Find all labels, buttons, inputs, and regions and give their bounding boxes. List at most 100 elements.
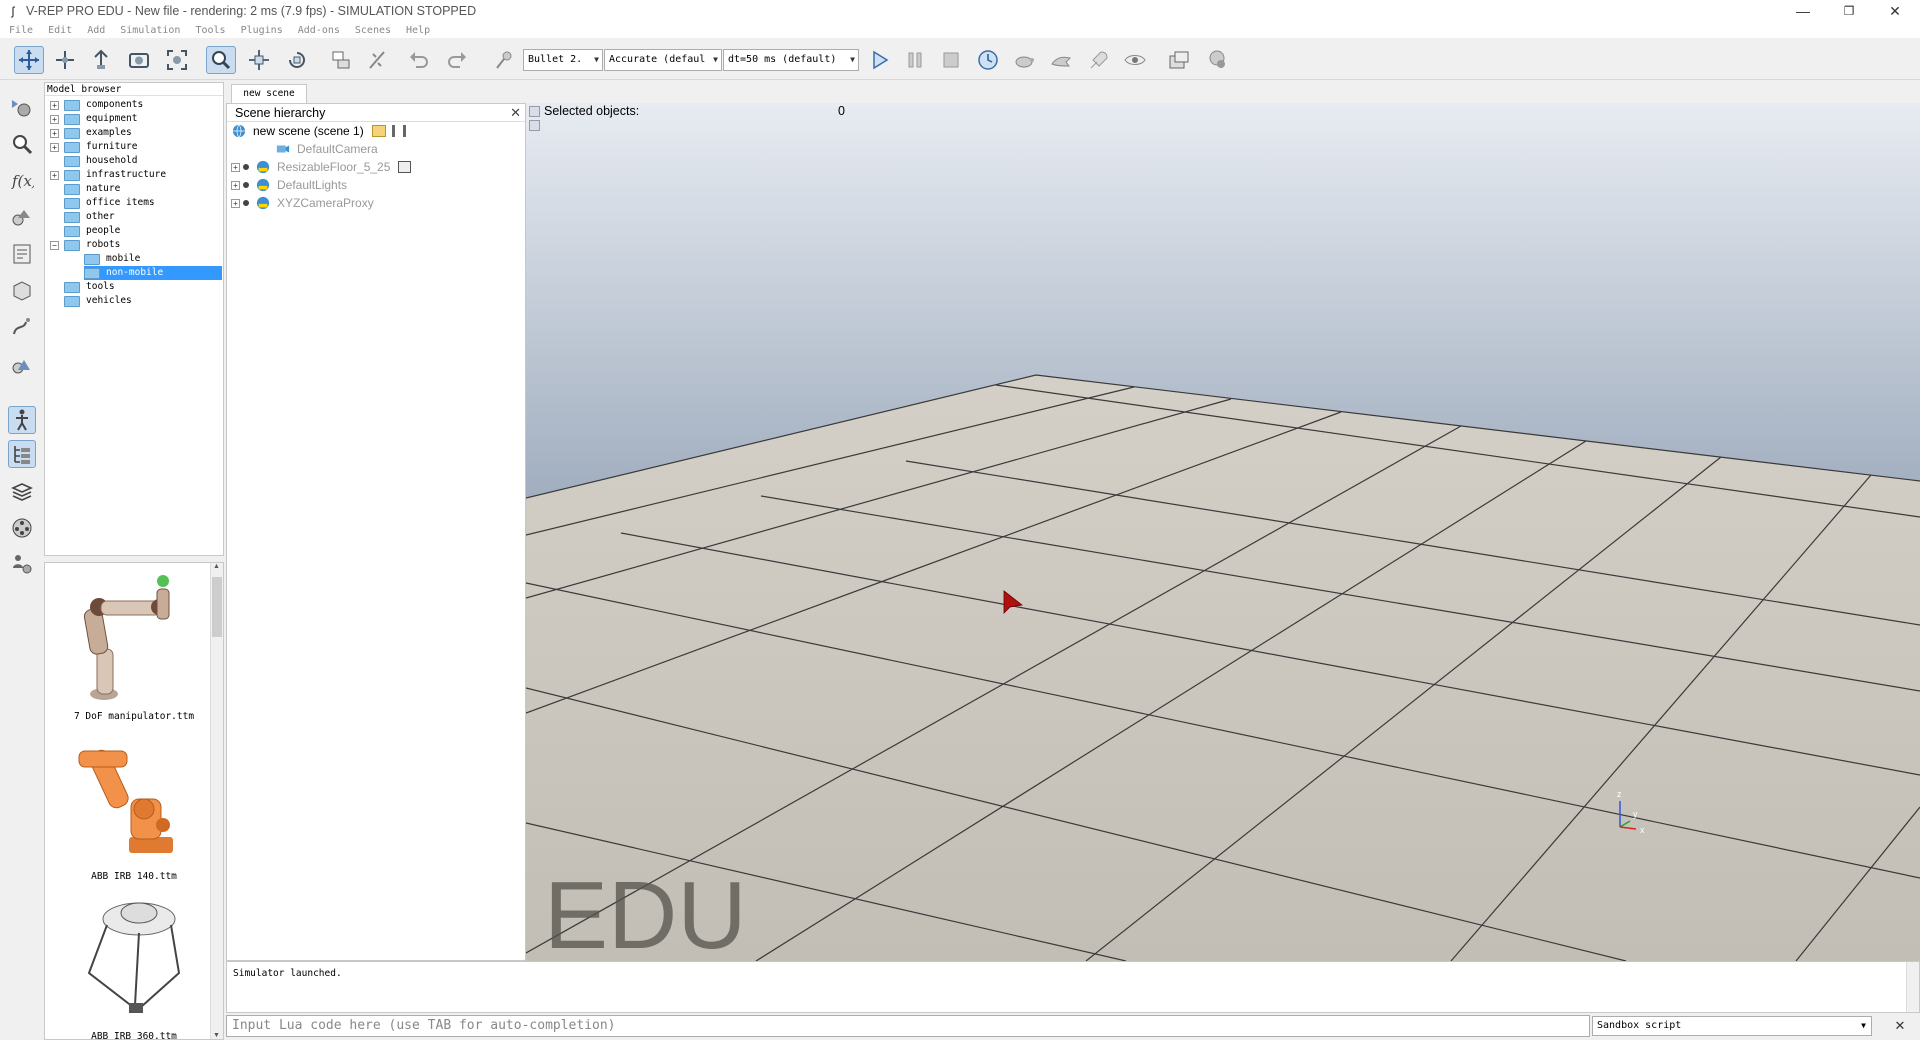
assemble-icon[interactable] <box>326 46 356 74</box>
model-thumbnails: 7 DoF manipulator.ttm ABB IRB 140.ttm AB… <box>44 562 224 1040</box>
thumbnail-scrollbar[interactable]: ▲ ▼ <box>210 563 223 1039</box>
path-edit-icon[interactable] <box>8 312 36 340</box>
thumbnail-abb-irb-360[interactable]: ABB IRB 360.ttm <box>59 889 209 1039</box>
tree-item-office-items[interactable]: office items <box>64 196 155 210</box>
click-select-icon[interactable] <box>206 46 236 74</box>
fast-icon[interactable] <box>1046 46 1076 74</box>
collections-icon[interactable] <box>8 204 36 232</box>
tree-item-components[interactable]: + components <box>50 98 143 112</box>
scrollbar-thumb[interactable] <box>212 577 222 637</box>
tree-item-mobile[interactable]: mobile <box>84 252 140 266</box>
hierarchy-item-defaultlights[interactable]: + DefaultLights <box>231 177 347 193</box>
timestep-select[interactable]: dt=50 ms (default) ▼ <box>723 49 859 71</box>
folder-icon <box>64 239 80 251</box>
camera-icon <box>276 145 290 153</box>
hierarchy-item-resizablefloor[interactable]: + ResizableFloor_5_25 <box>231 159 412 175</box>
menu-edit[interactable]: Edit <box>39 25 78 36</box>
tree-item-vehicles[interactable]: vehicles <box>64 294 132 308</box>
hierarchy-item-xyzcameraproxy[interactable]: + XYZCameraProxy <box>231 195 374 211</box>
tree-item-equipment[interactable]: + equipment <box>50 112 137 126</box>
close-icon[interactable]: ✕ <box>510 104 521 122</box>
menu-scenes[interactable]: Scenes <box>346 25 397 36</box>
tree-item-infrastructure[interactable]: + infrastructure <box>50 168 166 182</box>
translate-icon[interactable] <box>50 46 80 74</box>
fit-view-icon[interactable] <box>124 46 154 74</box>
thumbnail-7dof-manipulator[interactable]: 7 DoF manipulator.ttm <box>59 569 209 722</box>
folder-icon <box>84 267 100 279</box>
scripts-icon[interactable] <box>8 240 36 268</box>
hierarchy-item-defaultcamera[interactable]: DefaultCamera <box>275 141 378 157</box>
viewport-pin-icon[interactable] <box>529 106 540 117</box>
viewport-pin-icon[interactable] <box>529 120 540 131</box>
redo-icon[interactable] <box>442 46 472 74</box>
thumbnail-abb-irb-140[interactable]: ABB IRB 140.ttm <box>59 729 209 882</box>
scene-page-icon[interactable] <box>1164 46 1194 74</box>
lua-placeholder: Input Lua code here (use TAB for auto-co… <box>232 1018 616 1033</box>
scene-root[interactable]: new scene (scene 1) <box>231 123 406 139</box>
close-window-button[interactable]: ✕ <box>1872 0 1918 22</box>
physics-engine-select[interactable]: Bullet 2. ▼ <box>523 49 603 71</box>
scene-render[interactable]: EDU z y x <box>526 103 1920 961</box>
scroll-up-icon[interactable]: ▲ <box>213 563 220 570</box>
menu-plugins[interactable]: Plugins <box>232 25 289 36</box>
script-icon <box>398 161 412 173</box>
user-settings-icon[interactable] <box>8 550 36 578</box>
thread-icon[interactable] <box>1084 46 1114 74</box>
folder-icon <box>64 169 80 181</box>
menu-help[interactable]: Help <box>397 25 436 36</box>
lua-command-input[interactable]: Input Lua code here (use TAB for auto-co… <box>226 1015 1590 1037</box>
console-scrollbar[interactable] <box>1906 962 1919 1012</box>
visualization-icon[interactable] <box>1120 46 1150 74</box>
tree-item-non-mobile[interactable]: non-mobile <box>84 266 222 280</box>
menu-tools[interactable]: Tools <box>186 25 231 36</box>
menu-simulation[interactable]: Simulation <box>111 25 186 36</box>
pan-icon[interactable] <box>14 46 44 74</box>
columns-icon <box>391 125 406 137</box>
menu-add-ons[interactable]: Add-ons <box>289 25 346 36</box>
shape-edit-icon[interactable] <box>8 276 36 304</box>
tree-item-household[interactable]: household <box>64 154 137 168</box>
accuracy-select[interactable]: Accurate (defaul ▼ <box>604 49 722 71</box>
rotate-icon[interactable] <box>86 46 116 74</box>
model-browser-icon[interactable] <box>8 406 36 434</box>
selection-icon[interactable] <box>8 352 36 380</box>
thumbnail-label: 7 DoF manipulator.ttm <box>73 711 195 722</box>
slow-icon[interactable] <box>1010 46 1040 74</box>
undo-icon[interactable] <box>404 46 434 74</box>
minimize-button[interactable]: — <box>1780 0 1826 22</box>
object-shift-icon[interactable] <box>244 46 274 74</box>
scene-viewport[interactable]: EDU z y x <box>526 103 1920 961</box>
tree-item-furniture[interactable]: + furniture <box>50 140 137 154</box>
pick-icon[interactable] <box>490 46 520 74</box>
zoom-fit-icon[interactable] <box>162 46 192 74</box>
tree-item-tools[interactable]: tools <box>64 280 115 294</box>
search-icon[interactable] <box>8 130 36 158</box>
script-selector[interactable]: Sandbox script ▼ <box>1592 1016 1872 1036</box>
tree-item-robots[interactable]: − robots <box>50 238 120 252</box>
transfer-dna-icon[interactable] <box>362 46 392 74</box>
stop-icon[interactable] <box>936 46 966 74</box>
folder-icon <box>64 225 80 237</box>
video-recorder-icon[interactable] <box>8 514 36 542</box>
scene-hierarchy-title: Scene hierarchy <box>235 106 326 120</box>
tree-item-examples[interactable]: + examples <box>50 126 132 140</box>
scene-hierarchy-icon[interactable] <box>8 440 36 468</box>
calculation-modules-icon[interactable]: f(x) <box>8 166 36 194</box>
pause-icon[interactable] <box>900 46 930 74</box>
scroll-down-icon[interactable]: ▼ <box>213 1032 220 1039</box>
tree-item-people[interactable]: people <box>64 224 120 238</box>
menu-file[interactable]: File <box>0 25 39 36</box>
layers-icon[interactable] <box>8 478 36 506</box>
globe-icon <box>232 124 246 138</box>
settings-icon[interactable] <box>1202 46 1232 74</box>
menu-add[interactable]: Add <box>78 25 111 36</box>
close-icon[interactable]: ✕ <box>1890 1016 1910 1036</box>
object-rotate-icon[interactable] <box>282 46 312 74</box>
tree-item-other[interactable]: other <box>64 210 115 224</box>
tree-item-nature[interactable]: nature <box>64 182 120 196</box>
tab-new-scene[interactable]: new scene <box>231 84 307 104</box>
maximize-button[interactable]: ❐ <box>1826 0 1872 22</box>
realtime-icon[interactable] <box>973 46 1003 74</box>
simulation-settings-icon[interactable] <box>8 94 36 122</box>
play-icon[interactable] <box>864 46 894 74</box>
